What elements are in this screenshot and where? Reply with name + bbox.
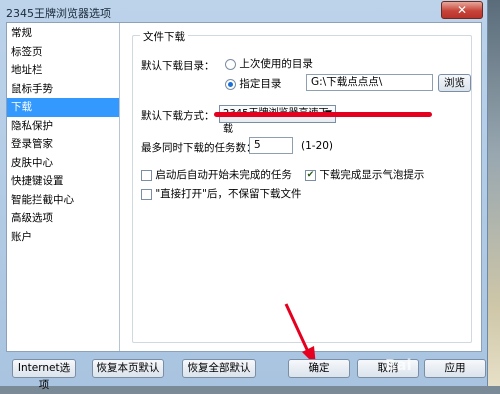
apply-button[interactable]: 应用 [424,359,486,378]
close-icon: ✕ [456,3,468,17]
download-dir-label: 默认下载目录： [141,60,215,72]
options-dialog: 2345王牌浏览器选项 ✕ 常规 标签页 地址栏 鼠标手势 下载 隐私保护 登录… [0,0,488,391]
max-tasks-input[interactable]: 5 [249,137,293,154]
background-photo-strip [488,0,500,386]
restore-page-defaults-button[interactable]: 恢复本页默认 [92,359,164,378]
specified-dir-option[interactable]: 指定目录 [225,76,281,91]
browse-button[interactable]: 浏览 [438,74,471,92]
sidebar-item-advanced[interactable]: 高级选项 [7,209,119,228]
notify-option[interactable]: ✔ 下载完成显示气泡提示 [305,167,424,182]
dialog-client: 常规 标签页 地址栏 鼠标手势 下载 隐私保护 登录管家 皮肤中心 快捷键设置 … [6,22,482,352]
sidebar-item-blocking[interactable]: 智能拦截中心 [7,191,119,210]
file-download-group: 文件下载 默认下载目录： 上次使用的目录 指定目录 G:\下载点点点\ 浏览 默… [132,29,472,343]
download-dir-input[interactable]: G:\下载点点点\ [306,74,433,91]
auto-resume-option[interactable]: 启动后自动开始未完成的任务 [141,167,292,182]
internet-options-button[interactable]: Internet选项 [12,359,76,391]
specified-dir-radio[interactable] [225,78,236,90]
direct-open-checkbox[interactable] [141,188,152,200]
download-method-label: 默认下载方式： [141,110,215,122]
direct-open-option[interactable]: "直接打开"后，不保留下载文件 [141,186,302,201]
sidebar-item-tabs[interactable]: 标签页 [7,43,119,62]
group-title: 文件下载 [140,29,188,44]
sidebar-item-address-bar[interactable]: 地址栏 [7,61,119,80]
sidebar-item-skins[interactable]: 皮肤中心 [7,154,119,173]
sidebar: 常规 标签页 地址栏 鼠标手势 下载 隐私保护 登录管家 皮肤中心 快捷键设置 … [7,23,120,351]
ok-button[interactable]: 确定 [288,359,350,378]
max-tasks-label: 最多同时下载的任务数： [141,142,257,154]
last-dir-option[interactable]: 上次使用的目录 [225,56,313,71]
sidebar-item-mouse-gestures[interactable]: 鼠标手势 [7,80,119,99]
restore-all-defaults-button[interactable]: 恢复全部默认 [182,359,256,378]
sidebar-item-shortcuts[interactable]: 快捷键设置 [7,172,119,191]
auto-resume-checkbox[interactable] [141,169,152,181]
sidebar-item-general[interactable]: 常规 [7,24,119,43]
notify-checkbox[interactable]: ✔ [305,169,316,181]
sidebar-item-download[interactable]: 下载 [7,98,119,117]
window-title: 2345王牌浏览器选项 [6,7,111,20]
max-tasks-range: (1-20) [301,140,334,152]
last-dir-radio[interactable] [225,58,236,70]
sidebar-item-login-manager[interactable]: 登录管家 [7,135,119,154]
red-underline-annotation [214,112,432,117]
sidebar-item-privacy[interactable]: 隐私保护 [7,117,119,136]
sidebar-item-account[interactable]: 账户 [7,228,119,247]
close-button[interactable]: ✕ [441,1,483,19]
watermark-logo: Bai [385,356,412,374]
